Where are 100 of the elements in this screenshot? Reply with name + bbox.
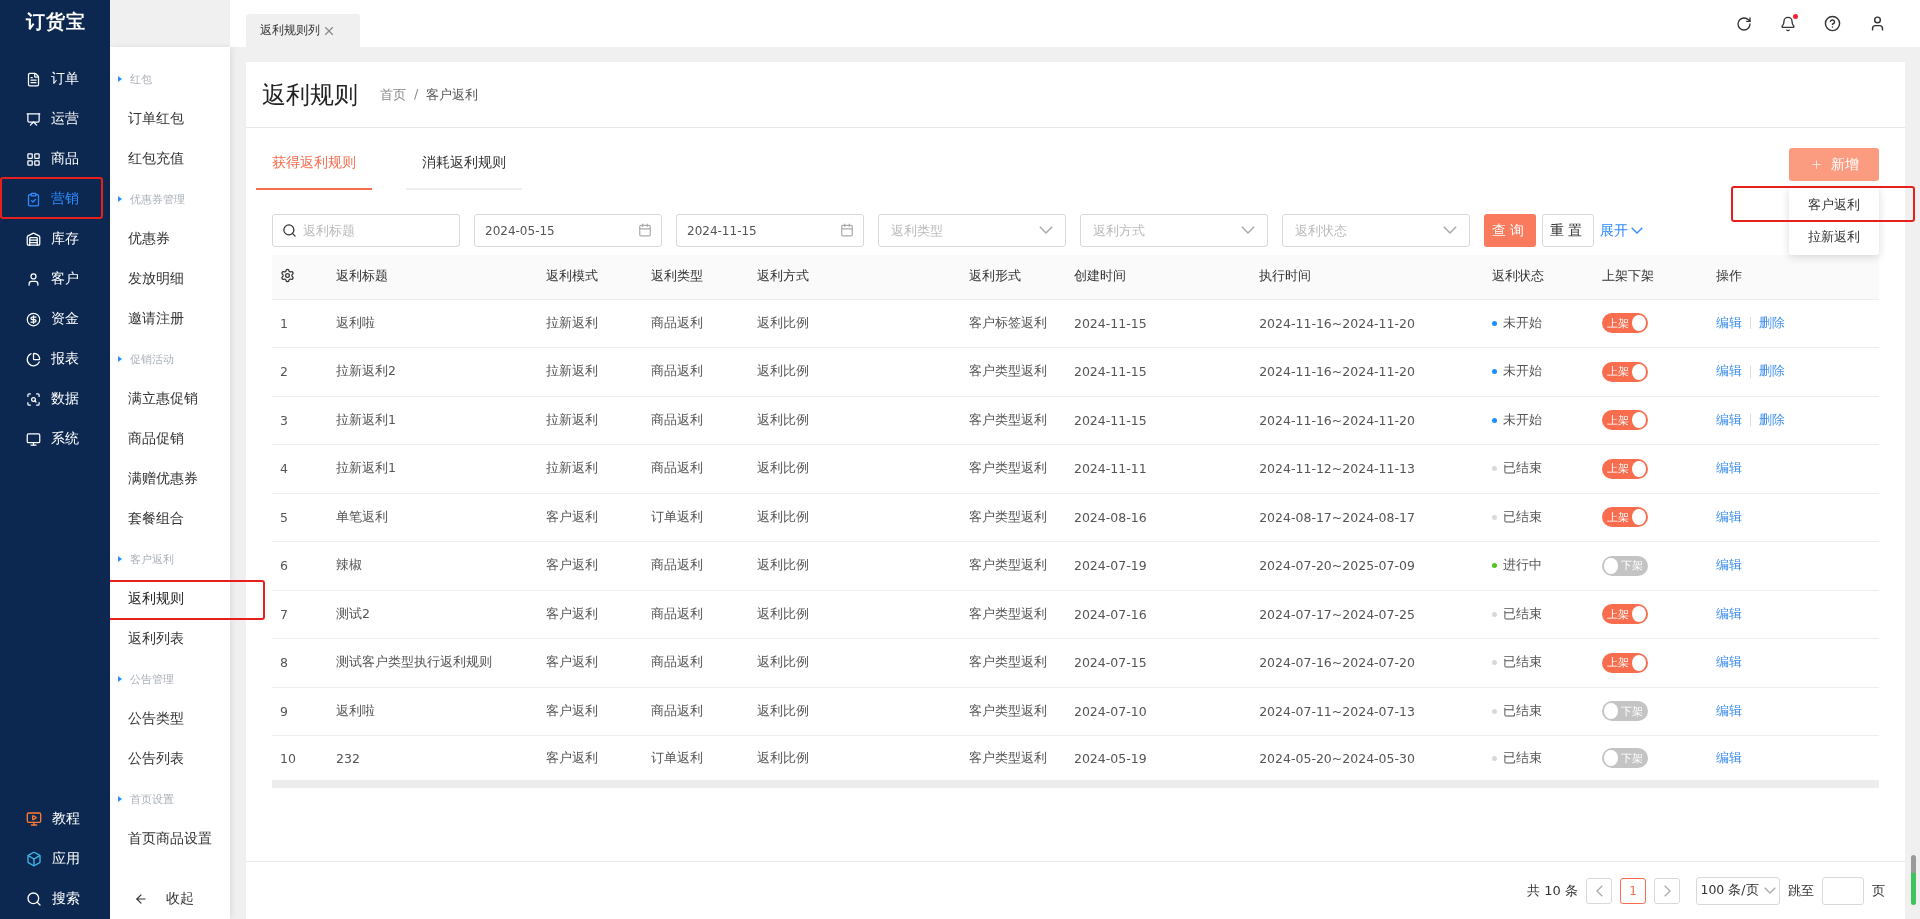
date-field[interactable]: 2024-11-15: [676, 214, 864, 247]
submenu-item[interactable]: 公告列表: [110, 739, 230, 779]
action-link[interactable]: 编辑: [1715, 557, 1742, 573]
table-cell: 返利比例: [748, 541, 961, 590]
action-link[interactable]: 编辑: [1715, 411, 1742, 427]
expand-link[interactable]: 展开: [1600, 221, 1643, 240]
refresh-icon[interactable]: [1736, 15, 1752, 32]
table-cell: 客户类型返利: [960, 590, 1066, 639]
submenu-item[interactable]: 返利规则: [110, 579, 230, 619]
action-link[interactable]: 删除: [1758, 411, 1785, 427]
table-cell: 2024-07-20~2025-07-09: [1251, 541, 1485, 590]
action-link[interactable]: 编辑: [1715, 605, 1742, 621]
nav-item[interactable]: 教程: [0, 799, 110, 839]
table-cell: 客户类型返利: [960, 638, 1066, 687]
table-cell: 拉新返利: [538, 444, 644, 493]
table-cell: 客户类型返利: [960, 493, 1066, 542]
nav-item[interactable]: 运营: [0, 99, 110, 139]
bell-icon[interactable]: [1780, 15, 1796, 32]
nav-item[interactable]: 营销: [0, 179, 110, 219]
status-text: 已结束: [1503, 749, 1543, 765]
scrollbar[interactable]: [1911, 855, 1916, 905]
breadcrumb-item: 客户返利: [426, 85, 479, 104]
table-cell: 2024-08-16: [1065, 493, 1252, 542]
table-cell: 返利比例: [748, 396, 961, 445]
action-link[interactable]: 编辑: [1715, 702, 1742, 718]
table-cell: 辣椒: [328, 541, 539, 590]
submenu-item[interactable]: 红包充值: [110, 139, 230, 179]
nav-item[interactable]: 系统: [0, 419, 110, 459]
action-link[interactable]: 编辑: [1715, 508, 1742, 524]
chevron-down-icon: [1039, 226, 1053, 235]
nav-item[interactable]: 商品: [0, 139, 110, 179]
settings-icon[interactable]: [280, 267, 295, 283]
reset-button[interactable]: 重置: [1542, 214, 1594, 247]
nav-item[interactable]: 库存: [0, 219, 110, 259]
breadcrumb-item[interactable]: 首页: [380, 85, 406, 104]
user-icon[interactable]: [1869, 15, 1886, 32]
submenu-item[interactable]: 公告类型: [110, 699, 230, 739]
chevron-left-icon: [1595, 884, 1603, 897]
tab[interactable]: 消耗返利规则: [406, 154, 522, 190]
action-link[interactable]: 删除: [1758, 363, 1785, 379]
table-cell: 2024-08-17~2024-08-17: [1251, 493, 1485, 542]
menu-item[interactable]: 拉新返利: [1789, 221, 1879, 253]
table-cell: 客户返利: [538, 493, 644, 542]
nav-item[interactable]: 搜索: [0, 879, 110, 919]
video-icon: [26, 811, 42, 827]
action-link[interactable]: 删除: [1758, 314, 1785, 330]
nav-item[interactable]: 应用: [0, 839, 110, 879]
submenu-item[interactable]: 订单红包: [110, 99, 230, 139]
column-header: 创建时间: [1065, 255, 1252, 299]
submenu-item[interactable]: 满赠优惠券: [110, 459, 230, 499]
search-icon: [282, 223, 297, 238]
table-cell: 返利比例: [748, 735, 961, 784]
collapse-button[interactable]: 收起: [110, 879, 230, 919]
action-link[interactable]: 编辑: [1715, 314, 1742, 330]
nav-item[interactable]: 订单: [0, 59, 110, 99]
search-field[interactable]: 返利标题: [272, 214, 460, 247]
table-cell: 拉新返利2: [328, 347, 539, 396]
action-link[interactable]: 编辑: [1715, 749, 1742, 765]
menu-item[interactable]: 客户返利: [1789, 189, 1879, 221]
page-jump-field[interactable]: [1822, 876, 1864, 905]
status-text: 未开始: [1503, 411, 1543, 427]
page-title: 返利规则: [262, 79, 358, 111]
table-cell: 返利比例: [748, 687, 961, 736]
column-header: 返利标题: [328, 255, 539, 299]
table-cell: 客户类型返利: [960, 444, 1066, 493]
table-cell: 拉新返利1: [328, 444, 539, 493]
table-cell: 2024-11-12~2024-11-13: [1251, 444, 1485, 493]
action-link[interactable]: 编辑: [1715, 460, 1742, 476]
nav-item[interactable]: 报表: [0, 339, 110, 379]
table-cell: 测试2: [328, 590, 539, 639]
submenu-group-title: 优惠券管理: [110, 179, 230, 219]
help-icon[interactable]: [1824, 15, 1841, 32]
table-cell: 客户类型返利: [960, 541, 1066, 590]
row-number: 7: [272, 590, 329, 639]
submenu-item[interactable]: 返利列表: [110, 619, 230, 659]
submenu-item[interactable]: 满立惠促销: [110, 379, 230, 419]
submenu-item[interactable]: 优惠券: [110, 219, 230, 259]
table-cell: 拉新返利: [538, 299, 644, 348]
table-cell: 2024-07-11~2024-07-13: [1251, 687, 1485, 736]
table-cell: 测试客户类型执行返利规则: [328, 638, 539, 687]
table-cell: 拉新返利1: [328, 396, 539, 445]
submenu-item[interactable]: 首页商品设置: [110, 819, 230, 859]
action-link[interactable]: 编辑: [1715, 363, 1742, 379]
submenu-item[interactable]: 商品促销: [110, 419, 230, 459]
action-link[interactable]: 编辑: [1715, 654, 1742, 670]
page-size-select[interactable]: 100 条/页: [1696, 876, 1780, 905]
search-icon: [26, 891, 42, 907]
nav-item[interactable]: 数据: [0, 379, 110, 419]
nav-item[interactable]: 资金: [0, 299, 110, 339]
status-text: 进行中: [1503, 557, 1543, 573]
chevron-down-icon: [1241, 226, 1255, 235]
submenu-item[interactable]: 发放明细: [110, 259, 230, 299]
submenu-group-title: 客户返利: [110, 539, 230, 579]
cube-icon: [26, 851, 42, 867]
nav-item[interactable]: 客户: [0, 259, 110, 299]
submenu-item[interactable]: 邀请注册: [110, 299, 230, 339]
row-number: 3: [272, 396, 329, 445]
date-field[interactable]: 2024-05-15: [474, 214, 662, 247]
submenu-item[interactable]: 套餐组合: [110, 499, 230, 539]
page-tab[interactable]: 返利规则列: [246, 14, 360, 47]
